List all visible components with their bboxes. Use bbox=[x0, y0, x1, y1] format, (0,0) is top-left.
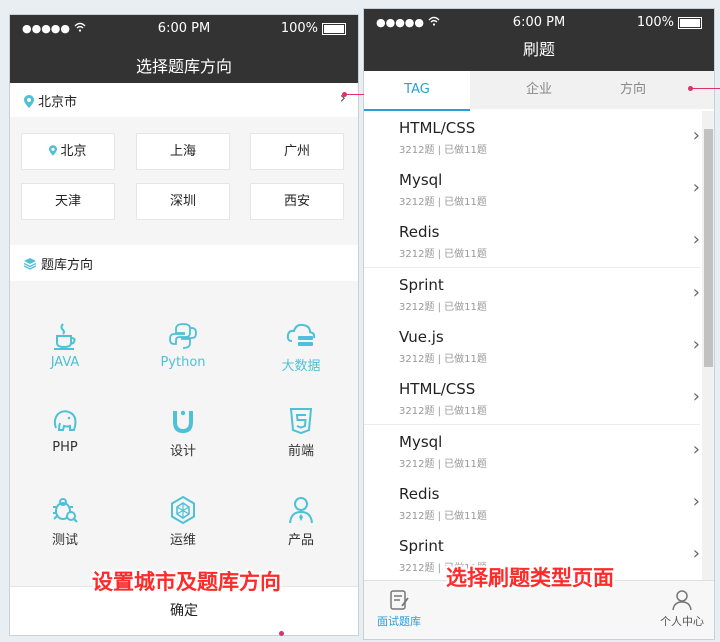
ops-hex-icon bbox=[171, 495, 195, 525]
category-python[interactable]: Python bbox=[128, 321, 238, 370]
question-bank-list: HTML/CSS 3212题 | 已做11题 › Mysql 3212题 | 已做11… bbox=[364, 111, 700, 581]
city-option[interactable]: 广州 bbox=[250, 133, 344, 170]
city-option[interactable]: 北京 bbox=[21, 133, 115, 170]
chevron-right-icon: › bbox=[692, 282, 700, 303]
notebook-icon bbox=[390, 590, 409, 610]
annotation-line bbox=[344, 94, 364, 95]
chevron-right-icon: › bbox=[692, 386, 700, 407]
caption-right: 选择刷题类型页面 bbox=[446, 566, 614, 590]
chevron-right-icon: › bbox=[692, 543, 700, 564]
city-option[interactable]: 上海 bbox=[136, 133, 230, 170]
category-testing[interactable]: 测试 bbox=[10, 495, 120, 548]
list-item[interactable]: Redis 3212题 | 已做11题 › bbox=[364, 477, 700, 530]
chevron-right-icon: › bbox=[692, 439, 700, 460]
html5-icon bbox=[289, 408, 313, 435]
category-grid: JAVA Python 大数据 PHP 设计 前端 测试 运维 产品 bbox=[10, 291, 358, 591]
battery-indicator: 100% bbox=[637, 15, 702, 30]
chevron-right-icon: › bbox=[692, 177, 700, 198]
current-city-label: 北京市 bbox=[38, 95, 78, 110]
category-bigdata[interactable]: 大数据 bbox=[246, 321, 356, 374]
bug-icon bbox=[53, 498, 78, 523]
list-item[interactable]: Mysql 3212题 | 已做11题 › bbox=[364, 425, 700, 478]
design-magnet-icon bbox=[173, 410, 193, 434]
city-option[interactable]: 天津 bbox=[21, 183, 115, 220]
category-frontend[interactable]: 前端 bbox=[246, 406, 356, 459]
location-pin-icon bbox=[49, 145, 58, 156]
list-item[interactable]: HTML/CSS 3212题 | 已做11题 › bbox=[364, 111, 700, 164]
tab-profile[interactable]: 个人中心 bbox=[642, 589, 714, 629]
product-person-icon bbox=[289, 497, 313, 524]
category-tabs: TAG 企业 方向 bbox=[364, 71, 714, 111]
list-item[interactable]: HTML/CSS 3212题 | 已做11题 › bbox=[364, 372, 700, 425]
direction-header: 题库方向 bbox=[10, 245, 358, 281]
page-title: 刷题 bbox=[364, 39, 714, 71]
city-option[interactable]: 西安 bbox=[250, 183, 344, 220]
tab-company[interactable]: 企业 bbox=[484, 71, 594, 109]
status-bar: ●●●●● 6:00 PM 100% bbox=[10, 15, 358, 45]
current-city-row[interactable]: 北京市 › bbox=[10, 83, 358, 117]
user-icon bbox=[672, 590, 692, 611]
list-item[interactable]: Redis 3212题 | 已做11题 › bbox=[364, 215, 700, 268]
category-product[interactable]: 产品 bbox=[246, 495, 356, 548]
annotation-dot bbox=[688, 86, 693, 91]
city-grid: 北京 上海 广州 天津 深圳 西安 bbox=[10, 123, 358, 243]
scrollbar-thumb[interactable] bbox=[704, 129, 713, 367]
city-option[interactable]: 深圳 bbox=[136, 183, 230, 220]
list-item[interactable]: Sprint 3212题 | 已做11题 › bbox=[364, 268, 700, 321]
list-scrollbar[interactable] bbox=[702, 111, 714, 581]
chevron-right-icon[interactable]: › bbox=[340, 88, 346, 107]
chevron-right-icon: › bbox=[692, 491, 700, 512]
category-java[interactable]: JAVA bbox=[10, 321, 120, 370]
tab-tag[interactable]: TAG bbox=[364, 71, 470, 111]
java-cup-icon bbox=[54, 323, 76, 350]
category-design[interactable]: 设计 bbox=[128, 406, 238, 459]
right-phone-screen: ●●●●● 6:00 PM 100% 刷题 TAG 企业 方向 HTML/CSS… bbox=[363, 8, 715, 640]
caption-left: 设置城市及题库方向 bbox=[92, 570, 281, 594]
category-ops[interactable]: 运维 bbox=[128, 495, 238, 548]
bigdata-icon bbox=[286, 323, 316, 346]
battery-icon bbox=[322, 22, 346, 35]
status-bar: ●●●●● 6:00 PM 100% bbox=[364, 9, 714, 39]
left-phone-screen: ●●●●● 6:00 PM 100% 选择题库方向 北京市 › 北京 上海 广州… bbox=[9, 14, 359, 636]
tab-direction[interactable]: 方向 bbox=[596, 71, 670, 109]
php-elephant-icon bbox=[53, 410, 77, 431]
chevron-right-icon: › bbox=[692, 229, 700, 250]
battery-indicator: 100% bbox=[281, 21, 346, 36]
tab-question-bank[interactable]: 面试题库 bbox=[364, 589, 439, 629]
category-php[interactable]: PHP bbox=[10, 406, 120, 455]
list-item[interactable]: Mysql 3212题 | 已做11题 › bbox=[364, 163, 700, 216]
chevron-right-icon: › bbox=[692, 125, 700, 146]
annotation-dot bbox=[342, 92, 347, 97]
annotation-dot bbox=[279, 631, 284, 636]
direction-header-label: 题库方向 bbox=[41, 258, 94, 273]
list-item[interactable]: Vue.js 3212题 | 已做11题 › bbox=[364, 320, 700, 373]
annotation-line bbox=[692, 88, 720, 89]
python-icon bbox=[169, 323, 197, 349]
chevron-right-icon: › bbox=[692, 334, 700, 355]
layers-icon bbox=[23, 258, 37, 270]
battery-icon bbox=[678, 16, 702, 29]
location-pin-icon bbox=[24, 95, 34, 108]
